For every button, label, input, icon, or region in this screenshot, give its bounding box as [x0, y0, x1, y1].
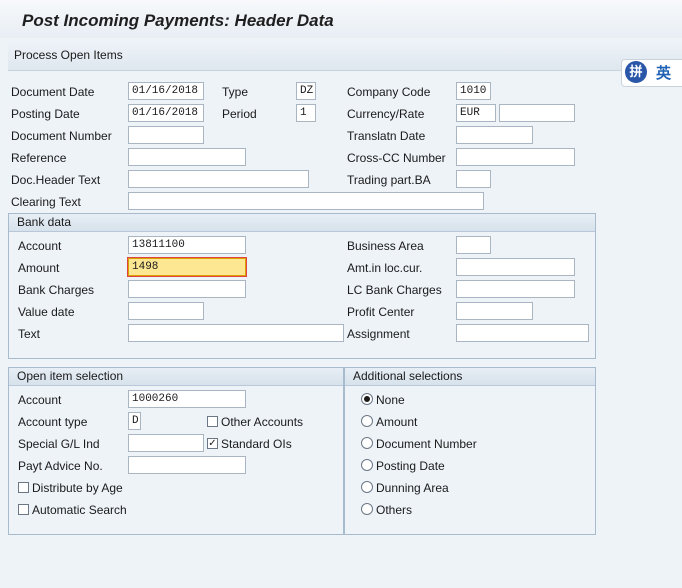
additional-selections-header: Additional selections [345, 368, 595, 386]
amt-loc-cur-field[interactable] [456, 258, 575, 276]
text-field[interactable] [128, 324, 344, 342]
lc-bank-charges-label: LC Bank Charges [347, 283, 442, 297]
special-gl-ind-label: Special G/L Ind [18, 437, 100, 451]
document-number-label: Document Number [11, 129, 112, 143]
radio-others[interactable] [361, 503, 373, 515]
bank-data-header: Bank data [9, 214, 595, 232]
radio-none[interactable] [361, 393, 373, 405]
payt-advice-no-field[interactable] [128, 456, 246, 474]
profit-center-label: Profit Center [347, 305, 415, 319]
document-date-label: Document Date [11, 85, 95, 99]
business-area-field[interactable] [456, 236, 491, 254]
profit-center-field[interactable] [456, 302, 533, 320]
radio-amount[interactable] [361, 415, 373, 427]
oi-account-label: Account [18, 393, 62, 407]
trading-part-ba-field[interactable] [456, 170, 491, 188]
radio-amount-label: Amount [376, 415, 418, 429]
special-gl-ind-field[interactable] [128, 434, 204, 452]
radio-document-number-label: Document Number [376, 437, 477, 451]
company-code-label: Company Code [347, 85, 431, 99]
automatic-search-checkbox[interactable] [18, 504, 29, 515]
value-date-field[interactable] [128, 302, 204, 320]
account-type-field[interactable]: D [128, 412, 141, 430]
value-date-label: Value date [18, 305, 75, 319]
bank-charges-field[interactable] [128, 280, 246, 298]
document-date-field[interactable]: 01/16/2018 [128, 82, 204, 100]
doc-header-text-field[interactable] [128, 170, 309, 188]
translatn-date-field[interactable] [456, 126, 533, 144]
distribute-by-age-label: Distribute by Age [32, 481, 123, 495]
period-label: Period [222, 107, 257, 121]
period-field[interactable]: 1 [296, 104, 316, 122]
assignment-field[interactable] [456, 324, 589, 342]
trading-part-ba-label: Trading part.BA [347, 173, 431, 187]
amt-loc-cur-label: Amt.in loc.cur. [347, 261, 423, 275]
distribute-by-age-checkbox[interactable] [18, 482, 29, 493]
automatic-search-label: Automatic Search [32, 503, 127, 517]
posting-date-field[interactable]: 01/16/2018 [128, 104, 204, 122]
payt-advice-no-label: Payt Advice No. [18, 459, 103, 473]
standard-ois-label: Standard OIs [221, 437, 292, 451]
exchange-rate-field[interactable] [499, 104, 575, 122]
doc-header-text-label: Doc.Header Text [11, 173, 101, 187]
business-area-label: Business Area [347, 239, 424, 253]
bank-charges-label: Bank Charges [18, 283, 95, 297]
radio-none-label: None [376, 393, 405, 407]
additional-selections-title: Additional selections [353, 369, 463, 383]
cross-cc-number-label: Cross-CC Number [347, 151, 446, 165]
assignment-label: Assignment [347, 327, 410, 341]
text-label: Text [18, 327, 41, 341]
other-accounts-label: Other Accounts [221, 415, 304, 429]
ime-logo-icon: 拼 [625, 61, 647, 83]
posting-date-label: Posting Date [11, 107, 80, 121]
reference-label: Reference [11, 151, 67, 165]
amount-label: Amount [18, 261, 60, 275]
radio-posting-date[interactable] [361, 459, 373, 471]
company-code-field[interactable]: 1010 [456, 82, 491, 100]
ime-language-label: 英 [656, 65, 672, 82]
oi-account-field[interactable]: 1000260 [128, 390, 246, 408]
radio-dunning-area-label: Dunning Area [376, 481, 449, 495]
radio-document-number[interactable] [361, 437, 373, 449]
bank-account-label: Account [18, 239, 62, 253]
radio-posting-date-label: Posting Date [376, 459, 445, 473]
type-label: Type [222, 85, 249, 99]
open-item-selection-title: Open item selection [17, 369, 124, 383]
document-number-field[interactable] [128, 126, 204, 144]
account-type-label: Account type [18, 415, 88, 429]
bank-account-field[interactable]: 13811100 [128, 236, 246, 254]
clearing-text-field[interactable] [128, 192, 484, 210]
lc-bank-charges-field[interactable] [456, 280, 575, 298]
standard-ois-checkbox[interactable]: ✓ [207, 438, 218, 449]
currency-field[interactable]: EUR [456, 104, 496, 122]
type-field[interactable]: DZ [296, 82, 316, 100]
cross-cc-number-field[interactable] [456, 148, 575, 166]
page-title: Post Incoming Payments: Header Data [22, 11, 334, 30]
currency-rate-label: Currency/Rate [347, 107, 425, 121]
other-accounts-checkbox[interactable] [207, 416, 218, 427]
open-item-selection-header: Open item selection [9, 368, 343, 386]
clearing-text-label: Clearing Text [11, 195, 81, 209]
bank-data-title: Bank data [17, 215, 72, 229]
radio-others-label: Others [376, 503, 413, 517]
amount-field[interactable]: 1498 [127, 257, 247, 277]
radio-dunning-area[interactable] [361, 481, 373, 493]
process-open-items-button[interactable]: Process Open Items [14, 48, 123, 62]
translatn-date-label: Translatn Date [347, 129, 426, 143]
reference-field[interactable] [128, 148, 246, 166]
